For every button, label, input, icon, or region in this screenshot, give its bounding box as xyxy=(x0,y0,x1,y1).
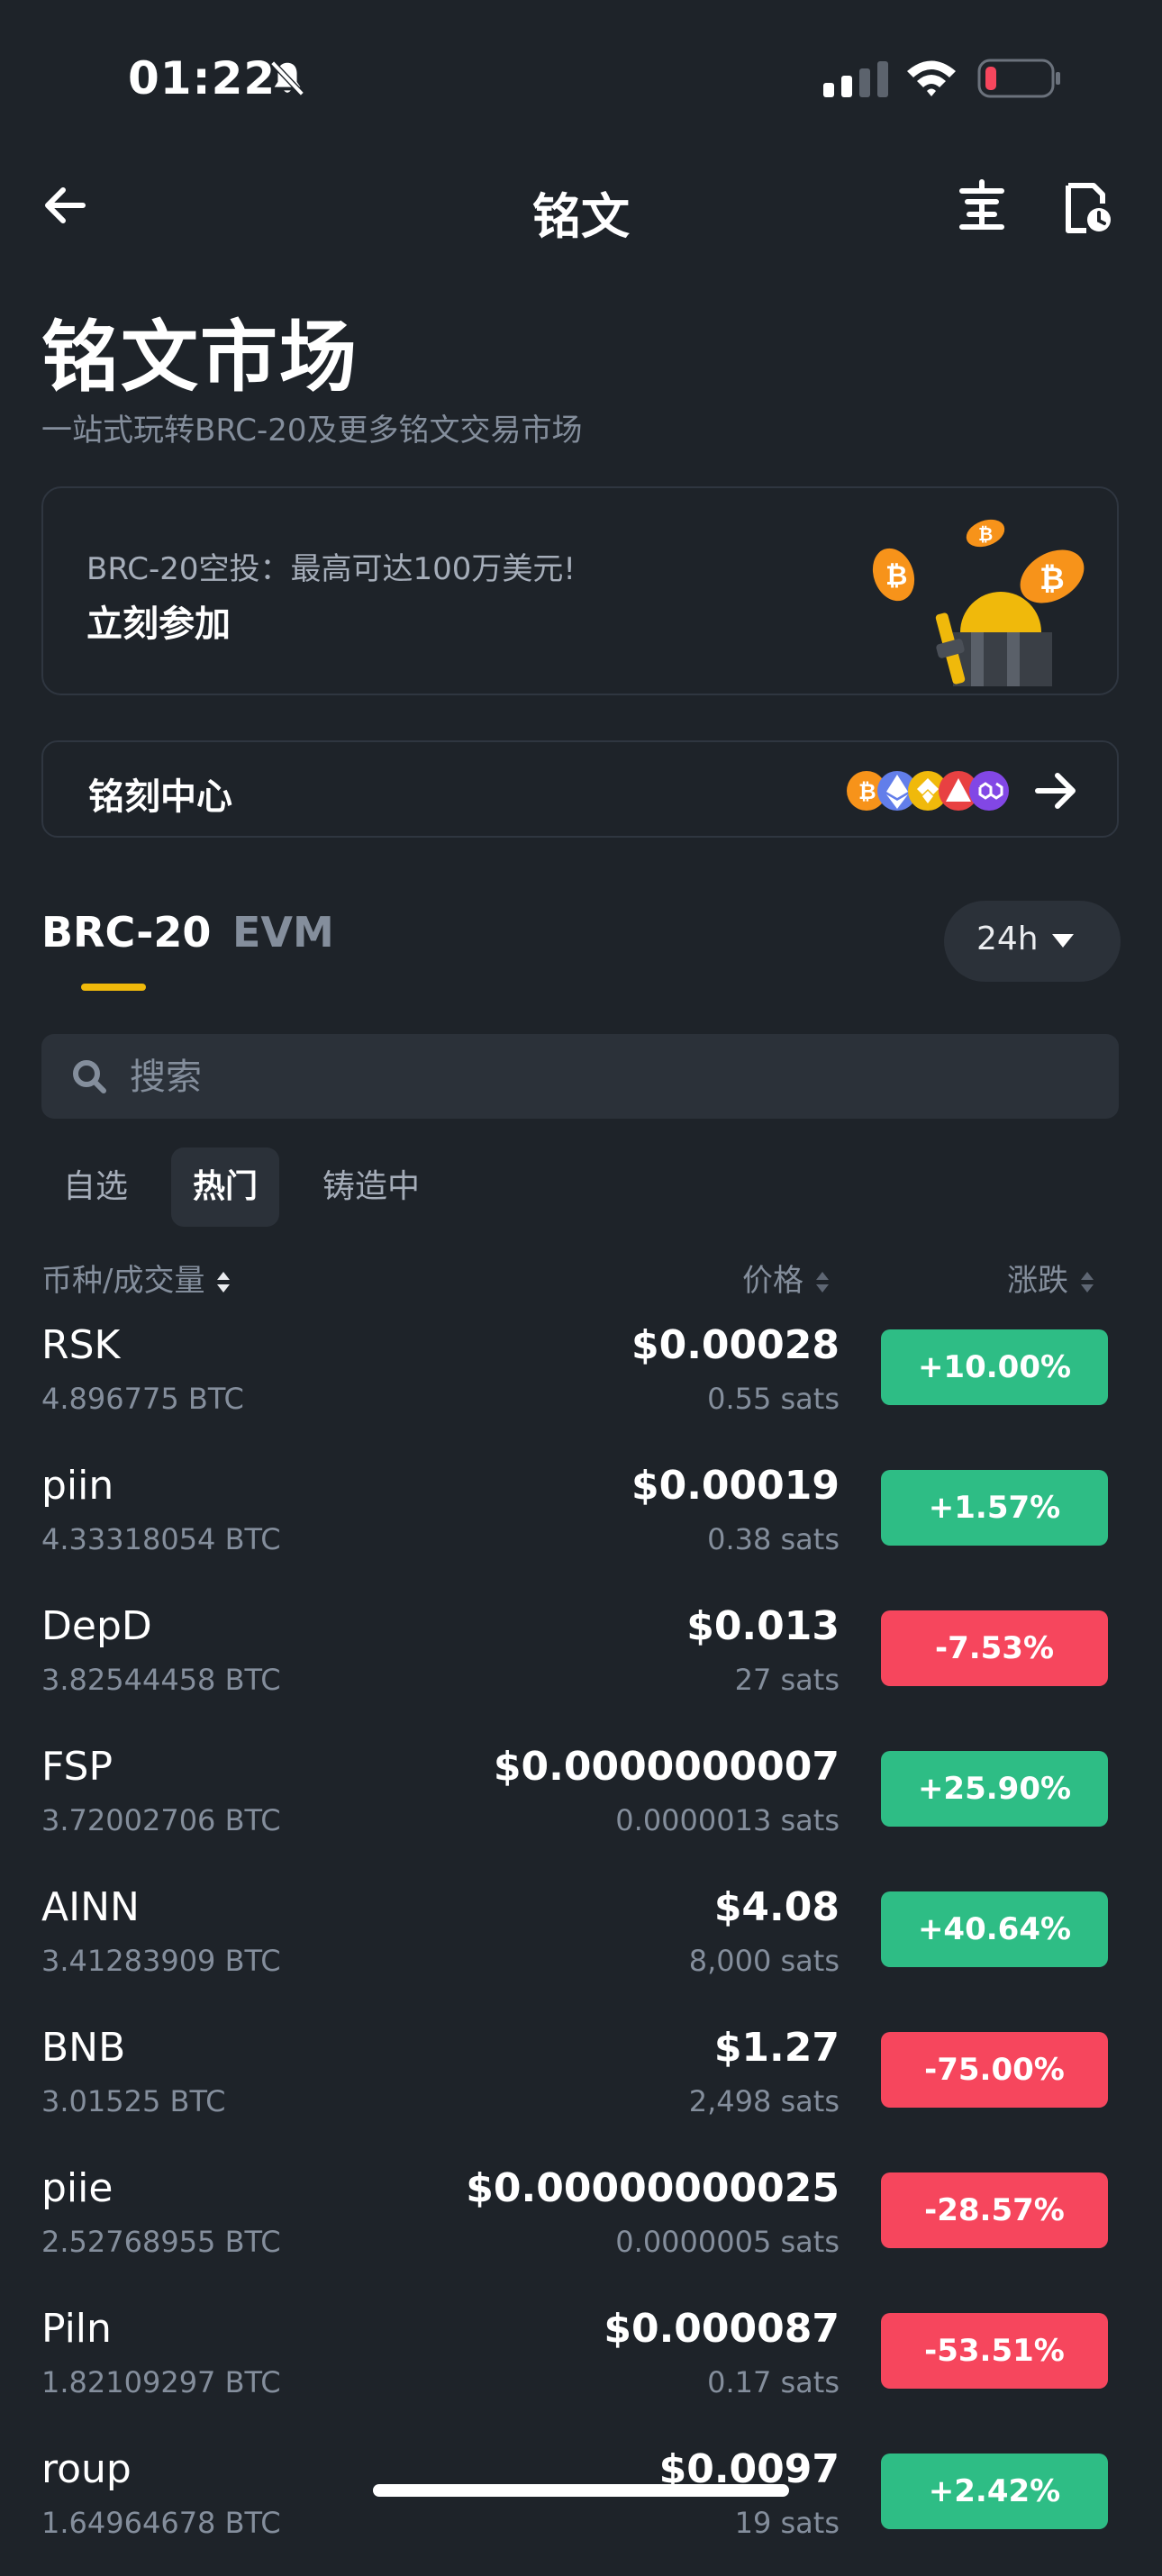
table-row[interactable]: roup 1.64964678 BTC $0.0097 19 sats +2.4… xyxy=(0,2435,1162,2576)
token-volume: 3.82544458 BTC xyxy=(41,1663,281,1697)
svg-text:₿: ₿ xyxy=(885,560,907,592)
token-price: $0.00019 xyxy=(631,1463,840,1509)
token-volume: 4.896775 BTC xyxy=(41,1382,244,1416)
change-badge[interactable]: -7.53% xyxy=(881,1610,1108,1686)
wifi-icon xyxy=(907,60,956,96)
tab-brc20[interactable]: BRC-20 xyxy=(41,908,211,957)
column-header-coin[interactable]: 币种/成交量 xyxy=(41,1256,231,1300)
table-row[interactable]: piin 4.33318054 BTC $0.00019 0.38 sats +… xyxy=(0,1452,1162,1592)
airdrop-banner[interactable]: BRC-20空投：最高可达100万美元! 立刻参加 ₿ ₿ ₿ xyxy=(41,486,1119,695)
token-name: piie xyxy=(41,2165,113,2211)
inscription-icon[interactable] xyxy=(957,178,1007,232)
change-badge[interactable]: -75.00% xyxy=(881,2032,1108,2108)
join-now-link[interactable]: 立刻参加 xyxy=(86,594,231,647)
token-price-sats: 0.0000013 sats xyxy=(615,1803,840,1837)
arrow-right-icon[interactable] xyxy=(1030,766,1081,816)
table-row[interactable]: RSK 4.896775 BTC $0.00028 0.55 sats +10.… xyxy=(0,1311,1162,1452)
change-badge[interactable]: +25.90% xyxy=(881,1751,1108,1827)
home-indicator[interactable] xyxy=(373,2484,789,2497)
svg-text:₿: ₿ xyxy=(858,779,876,804)
token-price-sats: 0.17 sats xyxy=(707,2365,840,2399)
filter-favorites[interactable]: 自选 xyxy=(41,1147,150,1227)
change-badge[interactable]: -53.51% xyxy=(881,2313,1108,2389)
token-price-sats: 8,000 sats xyxy=(688,1944,840,1978)
battery-low-icon xyxy=(977,59,1060,98)
token-volume: 3.72002706 BTC xyxy=(41,1803,281,1837)
token-price-sats: 0.0000005 sats xyxy=(615,2225,840,2259)
token-name: RSK xyxy=(41,1322,121,1368)
token-name: piin xyxy=(41,1463,114,1509)
token-price-sats: 2,498 sats xyxy=(688,2084,840,2118)
sort-active-icon xyxy=(217,1271,231,1293)
search-input[interactable] xyxy=(128,1034,1086,1120)
token-volume: 4.33318054 BTC xyxy=(41,1522,281,1556)
token-name: AINN xyxy=(41,1884,140,1930)
filter-minting[interactable]: 铸造中 xyxy=(301,1147,441,1227)
token-volume: 3.01525 BTC xyxy=(41,2084,226,2118)
caret-down-icon xyxy=(1052,934,1074,948)
token-name: Piln xyxy=(41,2306,112,2352)
token-volume: 2.52768955 BTC xyxy=(41,2225,281,2259)
token-name: roup xyxy=(41,2446,132,2492)
cellular-signal-icon xyxy=(823,61,888,97)
table-row[interactable]: Piln 1.82109297 BTC $0.000087 0.17 sats … xyxy=(0,2295,1162,2435)
mint-center-entry[interactable]: 铭刻中心 ₿ xyxy=(41,740,1119,838)
banner-text: BRC-20空投：最高可达100万美元! xyxy=(86,551,576,587)
sort-icon xyxy=(1081,1271,1094,1293)
token-volume: 1.82109297 BTC xyxy=(41,2365,281,2399)
token-price: $0.00028 xyxy=(631,1322,840,1368)
column-coin-label: 币种/成交量 xyxy=(41,1263,205,1299)
table-row[interactable]: BNB 3.01525 BTC $1.27 2,498 sats -75.00% xyxy=(0,2014,1162,2154)
token-volume: 1.64964678 BTC xyxy=(41,2506,281,2540)
token-price: $0.000087 xyxy=(604,2306,840,2352)
token-name: DepD xyxy=(41,1603,152,1649)
period-selector[interactable]: 24h xyxy=(944,901,1121,982)
token-price: $0.013 xyxy=(686,1603,840,1649)
sort-icon xyxy=(816,1271,829,1293)
table-row[interactable]: FSP 3.72002706 BTC $0.0000000007 0.00000… xyxy=(0,1733,1162,1873)
chain-logos-icon: ₿ xyxy=(847,771,1009,811)
bell-muted-icon xyxy=(270,60,304,96)
column-price-label: 价格 xyxy=(742,1263,803,1299)
svg-text:₿: ₿ xyxy=(978,523,993,545)
token-price-sats: 27 sats xyxy=(734,1663,840,1697)
mint-center-label: 铭刻中心 xyxy=(88,776,232,818)
change-badge[interactable]: +1.57% xyxy=(881,1470,1108,1546)
active-tab-indicator xyxy=(81,984,146,991)
column-header-change[interactable]: 涨跌 xyxy=(1007,1256,1095,1300)
table-row[interactable]: AINN 3.41283909 BTC $4.08 8,000 sats +40… xyxy=(0,1873,1162,2014)
change-badge[interactable]: -28.57% xyxy=(881,2172,1108,2248)
period-label: 24h xyxy=(976,921,1039,957)
order-history-icon[interactable] xyxy=(1063,182,1113,234)
token-name: FSP xyxy=(41,1744,113,1790)
column-change-label: 涨跌 xyxy=(1007,1263,1068,1299)
token-price: $0.00000000025 xyxy=(466,2165,840,2211)
page-title: 铭文市场 xyxy=(41,313,359,403)
token-name: BNB xyxy=(41,2025,126,2071)
token-price-sats: 0.55 sats xyxy=(707,1382,840,1416)
token-price: $0.0000000007 xyxy=(493,1744,840,1790)
filter-hot[interactable]: 热门 xyxy=(171,1147,280,1227)
token-price: $4.08 xyxy=(713,1884,840,1930)
change-badge[interactable]: +2.42% xyxy=(881,2454,1108,2529)
token-price: $1.27 xyxy=(713,2025,840,2071)
bitcoin-airdrop-illustration: ₿ ₿ ₿ xyxy=(872,519,1085,686)
svg-text:₿: ₿ xyxy=(1039,561,1065,597)
search-bar[interactable] xyxy=(41,1034,1119,1120)
page-subtitle: 一站式玩转BRC-20及更多铭文交易市场 xyxy=(41,413,583,449)
token-price-sats: 19 sats xyxy=(734,2506,840,2540)
token-price-sats: 0.38 sats xyxy=(707,1522,840,1556)
column-header-price[interactable]: 价格 xyxy=(742,1256,831,1300)
table-row[interactable]: piie 2.52768955 BTC $0.00000000025 0.000… xyxy=(0,2154,1162,2295)
search-icon xyxy=(73,1060,106,1093)
change-badge[interactable]: +10.00% xyxy=(881,1329,1108,1405)
token-volume: 3.41283909 BTC xyxy=(41,1944,281,1978)
table-row[interactable]: DepD 3.82544458 BTC $0.013 27 sats -7.53… xyxy=(0,1592,1162,1733)
tab-evm[interactable]: EVM xyxy=(232,908,334,957)
status-time: 01:22 xyxy=(128,52,277,104)
change-badge[interactable]: +40.64% xyxy=(881,1891,1108,1967)
